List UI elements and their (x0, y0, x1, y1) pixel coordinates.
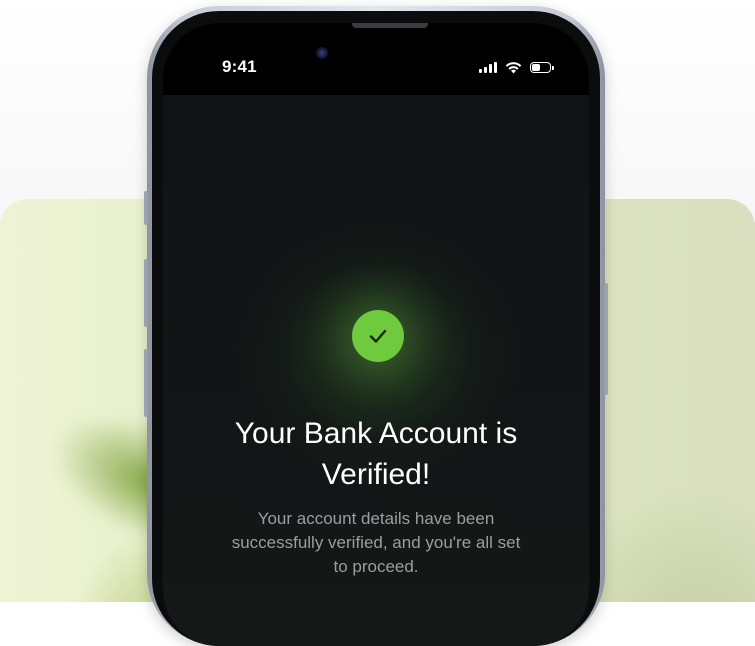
phone-screen: 9:41 Your Bank Account is Verified! Your… (163, 23, 589, 646)
phone-volume-up-button (144, 259, 148, 327)
speaker-grille (352, 23, 428, 28)
status-time: 9:41 (222, 57, 257, 76)
phone-bezel: 9:41 Your Bank Account is Verified! Your… (152, 11, 600, 646)
phone-mockup: 9:41 Your Bank Account is Verified! Your… (144, 6, 608, 646)
battery-icon (530, 61, 554, 74)
status-icons (479, 61, 554, 74)
phone-volume-down-button (144, 349, 148, 417)
phone-action-button (144, 191, 148, 225)
signal-icon (479, 62, 497, 73)
description-text: Your account details have been successfu… (231, 509, 521, 576)
success-check-badge (352, 310, 404, 362)
title-line-1: Your Bank Account is (234, 417, 518, 450)
status-bar: 9:41 (163, 23, 589, 95)
page-title: Your Bank Account is Verified! (163, 413, 589, 495)
title-line-2: Verified! (321, 458, 431, 491)
front-camera (316, 47, 328, 59)
checkmark-icon (369, 329, 387, 343)
wifi-icon (505, 62, 522, 74)
phone-power-button (604, 283, 608, 395)
